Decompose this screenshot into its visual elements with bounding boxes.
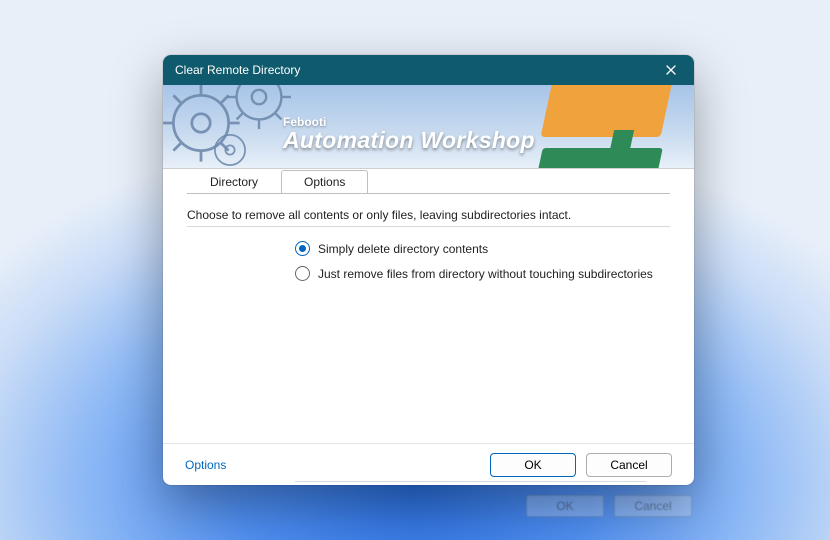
ghost-ok-button: OK <box>526 495 604 517</box>
delete-mode-radio-group: Simply delete directory contents Just re… <box>295 241 670 281</box>
dialog-footer: Options OK Cancel <box>163 443 694 485</box>
brand-title: Automation Workshop <box>283 127 535 154</box>
radio-icon <box>295 266 310 281</box>
tab-bar: Directory Options <box>163 169 694 193</box>
dialog-window: Clear Remote Directory Febooti Automatio… <box>163 55 694 485</box>
titlebar: Clear Remote Directory <box>163 55 694 85</box>
desktop-background: OK Cancel Clear Remote Directory F <box>0 0 830 540</box>
radio-simply-delete[interactable]: Simply delete directory contents <box>295 241 670 256</box>
options-link[interactable]: Options <box>185 458 226 472</box>
close-button[interactable] <box>656 59 686 81</box>
ok-button[interactable]: OK <box>490 453 576 477</box>
tab-content: Choose to remove all contents or only fi… <box>163 194 694 481</box>
banner-decor-green <box>537 148 663 169</box>
ghost-cancel-button: Cancel <box>614 495 692 517</box>
banner-decor-green-tab <box>610 130 634 150</box>
window-title: Clear Remote Directory <box>175 63 300 77</box>
radio-label: Just remove files from directory without… <box>318 267 653 281</box>
tab-options[interactable]: Options <box>281 170 368 193</box>
options-description: Choose to remove all contents or only fi… <box>187 208 670 222</box>
cancel-button[interactable]: Cancel <box>586 453 672 477</box>
radio-icon <box>295 241 310 256</box>
separator <box>187 226 670 227</box>
radio-label: Simply delete directory contents <box>318 242 488 256</box>
close-icon <box>666 65 676 75</box>
banner-decor-orange <box>541 85 676 137</box>
gear-icon <box>201 121 259 169</box>
radio-just-remove-files[interactable]: Just remove files from directory without… <box>295 266 670 281</box>
tab-directory[interactable]: Directory <box>187 170 281 193</box>
banner: Febooti Automation Workshop <box>163 85 694 169</box>
